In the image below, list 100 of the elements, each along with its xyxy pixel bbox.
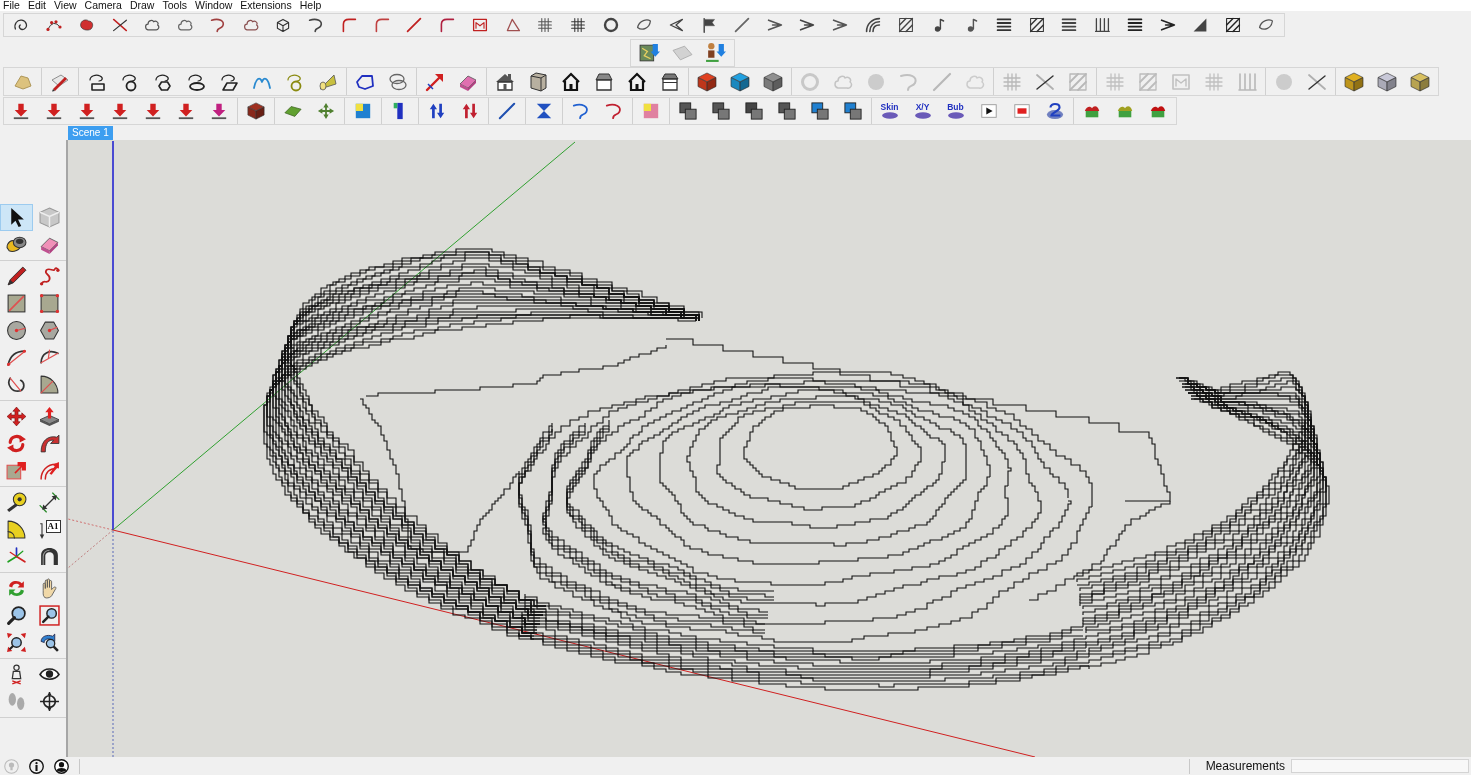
menu-item[interactable]: Help: [299, 0, 322, 11]
cube-icon[interactable]: [696, 71, 717, 92]
chevron-icon[interactable]: [1159, 16, 1176, 33]
rectangle-icon[interactable]: [39, 293, 60, 314]
cube-icon[interactable]: [246, 101, 265, 120]
squiggle-icon[interactable]: [39, 266, 60, 287]
cube-icon[interactable]: [1343, 71, 1364, 92]
menu-item[interactable]: Extensions: [240, 0, 292, 11]
framed-zigzag-icon[interactable]: [471, 16, 488, 33]
arch-icon[interactable]: [39, 546, 60, 567]
polygon-icon[interactable]: [39, 320, 60, 341]
hatched-square-icon[interactable]: [1028, 16, 1045, 33]
stripes-icon[interactable]: [1061, 16, 1078, 33]
down-arrow-icon[interactable]: [110, 101, 129, 120]
pencil-icon[interactable]: [6, 266, 27, 287]
crossed-lines-icon[interactable]: [111, 16, 128, 33]
stop-box-icon[interactable]: [1012, 101, 1031, 120]
measurements-field[interactable]: [1291, 759, 1469, 773]
paint-bucket-icon[interactable]: [6, 234, 27, 255]
diagonal-line-icon[interactable]: [497, 101, 516, 120]
house-icon[interactable]: [659, 71, 680, 92]
stacked-squares-icon[interactable]: [843, 101, 862, 120]
ring-icon[interactable]: [602, 16, 619, 33]
corner-curve-icon[interactable]: [373, 16, 390, 33]
chevron-icon[interactable]: [799, 16, 816, 33]
tool-button[interactable]: Bub: [946, 102, 965, 119]
stacked-squares-icon[interactable]: [711, 101, 730, 120]
text-tool-button[interactable]: A1: [38, 519, 61, 540]
stacked-squares-icon[interactable]: [810, 101, 829, 120]
blob-icon[interactable]: [78, 16, 95, 33]
figure-download-icon[interactable]: [705, 42, 726, 63]
flag-icon[interactable]: [701, 16, 718, 33]
tile-icon[interactable]: [641, 101, 660, 120]
curved-stripes-icon[interactable]: [864, 16, 881, 33]
corner-curve-icon[interactable]: [340, 16, 357, 33]
grid-icon[interactable]: [537, 16, 554, 33]
circles-icon[interactable]: [387, 71, 408, 92]
bars-icon[interactable]: [1094, 16, 1111, 33]
swirl-icon[interactable]: [1045, 101, 1064, 120]
triangle-icon[interactable]: [1192, 16, 1209, 33]
zoom-extents-icon[interactable]: [6, 632, 27, 653]
cube-icon[interactable]: [762, 71, 783, 92]
orbit-icon[interactable]: [6, 578, 27, 599]
zoom-window-icon[interactable]: [39, 605, 60, 626]
house-icon[interactable]: [494, 71, 515, 92]
push-pull-icon[interactable]: [39, 406, 60, 427]
chevron-icon[interactable]: [766, 16, 783, 33]
offset-icon[interactable]: [39, 460, 60, 481]
box-icon[interactable]: [527, 71, 548, 92]
cube-icon[interactable]: [1409, 71, 1430, 92]
crossed-lines-icon[interactable]: [1034, 71, 1055, 92]
circle-icon[interactable]: [6, 320, 27, 341]
house-icon[interactable]: [560, 71, 581, 92]
down-arrow-icon[interactable]: [44, 101, 63, 120]
diagonal-line-icon[interactable]: [733, 16, 750, 33]
leaf-outline-icon[interactable]: [1257, 16, 1274, 33]
tool-button[interactable]: Skin: [880, 102, 899, 119]
diagonal-line-icon[interactable]: [406, 16, 423, 33]
house-icon[interactable]: [626, 71, 647, 92]
menu-item[interactable]: File: [3, 0, 20, 11]
diagonal-arrow-icon[interactable]: [424, 71, 445, 92]
hourglass-icon[interactable]: [534, 101, 553, 120]
wire-cube-icon[interactable]: [275, 16, 292, 33]
stacked-squares-icon[interactable]: [744, 101, 763, 120]
menu-item[interactable]: View: [54, 0, 77, 11]
down-arrow-icon[interactable]: [143, 101, 162, 120]
menu-item[interactable]: Tools: [162, 0, 187, 11]
menu-item[interactable]: Camera: [84, 0, 122, 11]
protractor-icon[interactable]: [6, 519, 27, 540]
stripes-icon[interactable]: [1126, 16, 1143, 33]
hatched-square-icon[interactable]: [1225, 16, 1242, 33]
cube-icon[interactable]: [729, 71, 750, 92]
hatched-square-icon[interactable]: [897, 16, 914, 33]
hook-icon[interactable]: [571, 101, 590, 120]
hook-icon[interactable]: [604, 101, 623, 120]
tape-measure-icon[interactable]: [6, 492, 27, 513]
scale-icon[interactable]: [6, 460, 27, 481]
rotate-arrows-icon[interactable]: [6, 433, 27, 454]
triangle-outline-icon[interactable]: [504, 16, 521, 33]
play-box-icon[interactable]: [979, 101, 998, 120]
down-arrow-icon[interactable]: [77, 101, 96, 120]
move-arrows-icon[interactable]: [6, 406, 27, 427]
paired-arrows-icon[interactable]: [460, 101, 479, 120]
cursor-icon[interactable]: [1, 205, 32, 230]
down-arrow-icon[interactable]: [209, 101, 228, 120]
info-icon[interactable]: [29, 758, 44, 774]
tile-icon[interactable]: [353, 101, 372, 120]
menu-item[interactable]: Draw: [129, 0, 155, 11]
arc-icon[interactable]: [6, 347, 27, 368]
leaf-outline-icon[interactable]: [635, 16, 652, 33]
hook-icon[interactable]: [209, 16, 226, 33]
tool-button[interactable]: X/Y: [913, 102, 932, 119]
hook-icon[interactable]: [308, 16, 325, 33]
down-arrow-icon[interactable]: [11, 101, 30, 120]
pie-icon[interactable]: [39, 374, 60, 395]
rectangle-icon[interactable]: [6, 293, 27, 314]
chevron-icon[interactable]: [832, 16, 849, 33]
cross-arrows-icon[interactable]: [316, 101, 335, 120]
menu-item[interactable]: Window: [195, 0, 233, 11]
house-icon[interactable]: [593, 71, 614, 92]
